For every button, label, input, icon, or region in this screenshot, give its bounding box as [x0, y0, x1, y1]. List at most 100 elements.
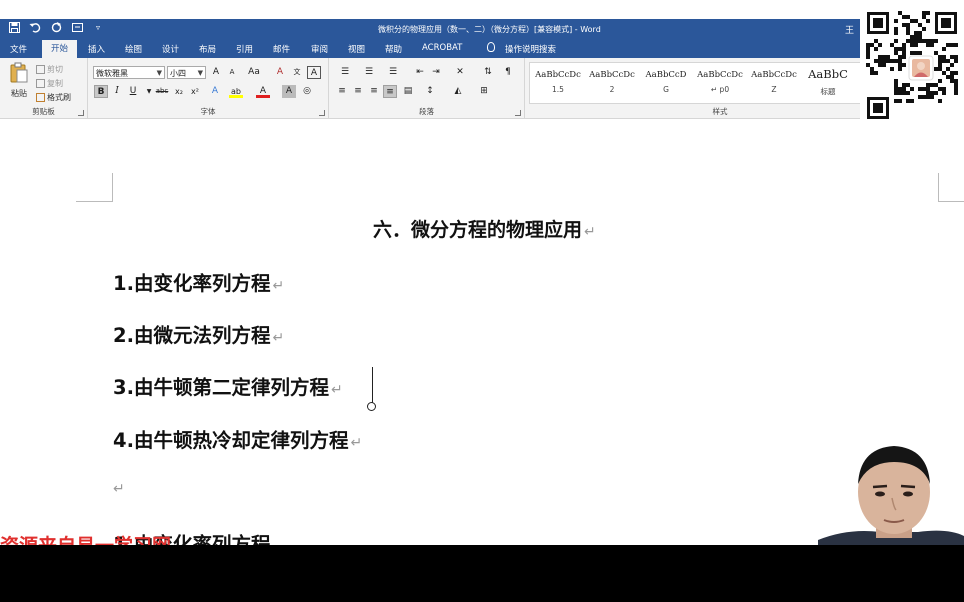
- multilevel-list-icon[interactable]: ☰: [383, 66, 403, 79]
- numbering-icon[interactable]: ☰: [359, 66, 379, 79]
- qr-module: [954, 55, 958, 59]
- qr-module: [942, 55, 946, 59]
- tab-review[interactable]: 审阅: [311, 43, 328, 55]
- decrease-indent-icon[interactable]: ⇤: [413, 66, 427, 79]
- paragraph-mark: ↵: [584, 224, 596, 240]
- borders-icon[interactable]: ⊞: [475, 85, 493, 98]
- qr-module: [926, 87, 930, 91]
- style-sample: AaBbCcDc: [751, 70, 797, 80]
- subscript-button[interactable]: x₂: [172, 85, 186, 98]
- watermark-caption: 资源来自易一学习网: [0, 531, 171, 545]
- tab-mailings[interactable]: 邮件: [273, 43, 290, 55]
- qr-module: [918, 39, 922, 43]
- tell-me-search[interactable]: 操作说明搜索: [505, 43, 556, 55]
- bold-button[interactable]: B: [94, 85, 108, 98]
- list-item-text: 4.由牛顿热冷却定律列方程: [113, 429, 349, 452]
- qr-module: [918, 35, 922, 39]
- phonetic-guide-button[interactable]: 文: [290, 66, 304, 79]
- touch-mode-icon[interactable]: [71, 22, 83, 34]
- superscript-button[interactable]: x²: [188, 85, 202, 98]
- char-border-icon[interactable]: ◎: [300, 85, 314, 98]
- dialog-launcher-icon[interactable]: [319, 110, 325, 116]
- qr-module: [898, 91, 902, 95]
- change-case-button[interactable]: Aa: [245, 66, 263, 79]
- qr-module: [902, 47, 906, 51]
- qr-module: [878, 43, 882, 47]
- cut-button[interactable]: 剪切: [36, 64, 63, 75]
- style-name: 1.5: [552, 85, 564, 94]
- undo-icon[interactable]: [29, 22, 41, 34]
- qr-module: [914, 31, 918, 35]
- style-item[interactable]: AaBbC 标题: [802, 65, 854, 101]
- tab-help[interactable]: 帮助: [385, 43, 402, 55]
- justify-icon[interactable]: ≡: [383, 85, 397, 98]
- align-left-icon[interactable]: ≡: [335, 85, 349, 98]
- highlight-button[interactable]: ab: [229, 85, 243, 98]
- user-initial[interactable]: 王: [845, 23, 854, 36]
- qr-module: [866, 43, 870, 47]
- save-icon[interactable]: [8, 22, 20, 34]
- enclose-char-button[interactable]: A: [307, 66, 321, 79]
- font-color-button[interactable]: A: [256, 85, 270, 98]
- qr-module: [874, 71, 878, 75]
- paint-bucket-icon[interactable]: ◭: [449, 85, 467, 98]
- qr-module: [930, 91, 934, 95]
- copy-label: 复制: [47, 79, 63, 88]
- align-center-icon[interactable]: ≡: [351, 85, 365, 98]
- clear-formatting-button[interactable]: A: [273, 66, 287, 79]
- dialog-launcher-icon[interactable]: [78, 110, 84, 116]
- chinese-layout-icon[interactable]: ✕: [451, 66, 469, 79]
- underline-button[interactable]: U: [126, 85, 140, 98]
- ribbon-tabs: 文件 开始 插入 绘图 设计 布局 引用 邮件 审阅 视图 帮助 ACROBAT…: [0, 39, 964, 58]
- line-spacing-icon[interactable]: ↕: [421, 85, 439, 98]
- dialog-launcher-icon[interactable]: [515, 110, 521, 116]
- strikethrough-button[interactable]: abc: [154, 85, 170, 98]
- paste-label: 粘贴: [11, 89, 27, 98]
- paste-button[interactable]: 粘贴: [6, 62, 32, 102]
- redo-icon[interactable]: [50, 22, 62, 34]
- paragraph-group-label: 段落: [419, 107, 434, 116]
- bullets-icon[interactable]: ☰: [335, 66, 355, 79]
- align-right-icon[interactable]: ≡: [367, 85, 381, 98]
- text-cursor: [372, 367, 373, 403]
- style-item[interactable]: AaBbCcD G: [640, 65, 692, 101]
- qr-module: [950, 55, 954, 59]
- qr-module: [898, 59, 902, 63]
- tab-design[interactable]: 设计: [162, 43, 179, 55]
- qr-module: [922, 39, 926, 43]
- shrink-font-button[interactable]: A: [225, 66, 239, 79]
- qr-module: [878, 55, 882, 59]
- style-item[interactable]: AaBbCcDc 2: [586, 65, 638, 101]
- qr-module: [938, 55, 942, 59]
- font-size-combo[interactable]: 小四 ▼: [167, 66, 206, 79]
- style-item[interactable]: AaBbCcDc ↵ p0: [694, 65, 746, 101]
- tab-home[interactable]: 开始: [42, 40, 78, 58]
- copy-button[interactable]: 复制: [36, 78, 63, 89]
- text-effects-button[interactable]: A: [208, 85, 222, 98]
- increase-indent-icon[interactable]: ⇥: [429, 66, 443, 79]
- tab-layout[interactable]: 布局: [199, 43, 216, 55]
- style-item[interactable]: AaBbCcDc Z: [748, 65, 800, 101]
- distributed-icon[interactable]: ▤: [401, 85, 415, 98]
- show-marks-icon[interactable]: ¶: [501, 66, 515, 79]
- chevron-down-icon[interactable]: ▿: [92, 22, 104, 34]
- style-item[interactable]: AaBbCcDc 1.5: [532, 65, 584, 101]
- font-name-combo[interactable]: 微软雅黑 ▼: [93, 66, 165, 79]
- tab-references[interactable]: 引用: [236, 43, 253, 55]
- grow-font-button[interactable]: A: [209, 66, 223, 79]
- qr-module: [926, 39, 930, 43]
- qr-module: [934, 39, 938, 43]
- tab-insert[interactable]: 插入: [88, 43, 105, 55]
- tab-file[interactable]: 文件: [10, 43, 27, 55]
- sort-icon[interactable]: ⇅: [481, 66, 495, 79]
- format-painter-button[interactable]: 格式刷: [36, 92, 71, 103]
- tab-draw[interactable]: 绘图: [125, 43, 142, 55]
- qr-module: [886, 55, 890, 59]
- italic-button[interactable]: I: [110, 85, 124, 98]
- tab-view[interactable]: 视图: [348, 43, 365, 55]
- qr-module: [942, 47, 946, 51]
- qr-module: [910, 39, 914, 43]
- char-shading-button[interactable]: A: [282, 85, 296, 98]
- tab-acrobat[interactable]: ACROBAT: [422, 43, 462, 53]
- qr-module: [938, 79, 942, 83]
